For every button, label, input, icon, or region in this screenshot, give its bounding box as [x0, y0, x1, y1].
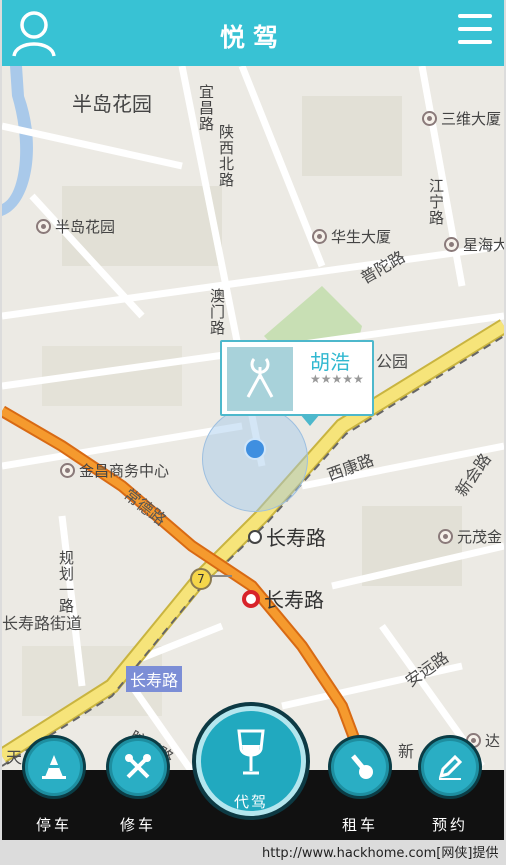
- tab-rent[interactable]: 租车: [330, 738, 390, 835]
- road-label: 陕西北路: [217, 124, 235, 188]
- poi-marker[interactable]: 半岛花园: [36, 216, 115, 237]
- road-label: 宜昌路: [197, 84, 215, 132]
- tab-reserve-circle: [421, 738, 479, 796]
- driver-name: 胡浩: [310, 350, 350, 374]
- cone-icon: [42, 755, 66, 779]
- poi-pin-icon: [422, 111, 437, 126]
- area-label: 半岛花园: [72, 92, 152, 116]
- driver-avatar: [227, 347, 293, 411]
- tab-repair[interactable]: 修车: [108, 738, 168, 835]
- key-icon: [351, 754, 373, 779]
- road-label: 江宁路: [427, 178, 445, 226]
- current-location-dot: [244, 438, 266, 460]
- metro-station[interactable]: 长寿路: [242, 584, 324, 613]
- header: 悦驾: [2, 0, 504, 66]
- driver-rating: ★★★★★: [310, 372, 364, 386]
- road-badge: 长寿路: [126, 666, 183, 692]
- poi-pin-icon: [438, 529, 453, 544]
- tab-park-circle: [25, 738, 83, 796]
- route-number-badge: 7: [190, 568, 212, 590]
- tab-repair-circle: [109, 738, 167, 796]
- poi-marker[interactable]: 元茂金: [438, 526, 502, 547]
- poi-marker[interactable]: 金昌商务中心: [60, 460, 169, 481]
- road-label: 新: [398, 742, 415, 761]
- tab-reserve[interactable]: 预约: [420, 738, 480, 835]
- tab-reserve-label: 预约: [431, 816, 468, 834]
- driver-info-bubble[interactable]: 胡浩 ★★★★★: [220, 340, 374, 426]
- tab-designated-label: 代驾: [233, 793, 268, 811]
- pencil-icon: [438, 754, 463, 780]
- area-label: 公园: [376, 352, 409, 371]
- poi-pin-icon: [36, 219, 51, 234]
- tab-rent-label: 租车: [341, 816, 378, 834]
- road-label: 规划一路: [57, 550, 75, 614]
- tab-designated-driver[interactable]: 代驾: [196, 706, 306, 816]
- bus-stop[interactable]: 长寿路: [248, 522, 326, 551]
- tab-repair-label: 修车: [119, 816, 156, 834]
- page-title: 悦驾: [219, 23, 286, 52]
- menu-icon[interactable]: [458, 14, 492, 52]
- wine-glass-icon: [237, 729, 265, 775]
- metro-icon: [242, 589, 260, 608]
- tab-rent-circle: [331, 738, 389, 796]
- poi-marker[interactable]: 华生大厦: [312, 226, 391, 247]
- poi-pin-icon: [312, 229, 327, 244]
- watermark-text: http://www.hackhome.com[网侠]提供: [262, 846, 499, 861]
- tab-park[interactable]: 停车: [24, 738, 84, 835]
- poi-marker[interactable]: 三维大厦: [422, 108, 501, 129]
- poi-marker[interactable]: 星海大: [444, 234, 504, 255]
- poi-pin-icon: [60, 463, 75, 478]
- driver-placeholder-icon: [246, 358, 274, 398]
- road-label: 长寿路街道: [2, 614, 83, 633]
- bus-stop-icon: [248, 529, 262, 544]
- road-label: 天: [6, 748, 23, 767]
- tab-park-label: 停车: [35, 816, 72, 834]
- road-label: 澳门路: [208, 288, 226, 336]
- tools-icon: [125, 754, 151, 779]
- poi-pin-icon: [444, 237, 459, 252]
